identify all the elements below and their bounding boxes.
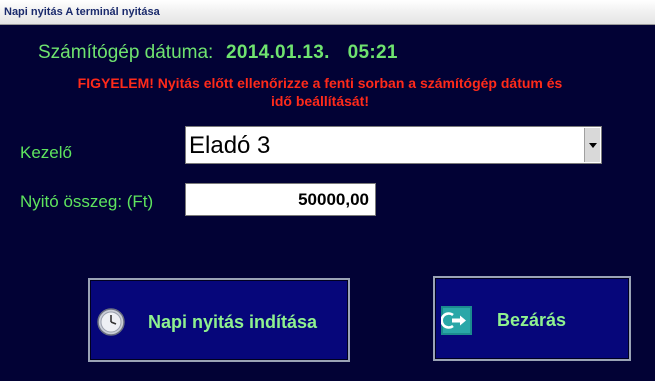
computer-date-value: 2014.01.13. 05:21 bbox=[226, 42, 398, 64]
close-button-label: Bezárás bbox=[497, 310, 567, 330]
date-text: 2014.01.13. bbox=[226, 42, 330, 63]
window-titlebar[interactable]: Napi nyitás A terminál nyitása bbox=[0, 0, 655, 25]
operator-select[interactable]: Eladó 3 bbox=[185, 126, 602, 164]
opening-amount-label: Nyitó összeg: (Ft) bbox=[20, 192, 154, 211]
date-check-warning: FIGYELEM! Nyitás előtt ellenőrizze a fen… bbox=[20, 74, 620, 110]
start-button-label: Napi nyitás indítása bbox=[148, 312, 318, 332]
warning-line-1: FIGYELEM! Nyitás előtt ellenőrizze a fen… bbox=[77, 75, 563, 91]
warning-line-2: idő beállítását! bbox=[270, 93, 370, 109]
window-title: Napi nyitás A terminál nyitása bbox=[4, 6, 160, 18]
operator-label: Kezelő bbox=[20, 143, 72, 162]
clock-icon bbox=[97, 308, 125, 336]
time-text: 05:21 bbox=[347, 42, 398, 63]
computer-date-label: Számítógép dátuma: bbox=[38, 42, 214, 63]
exit-arrow-icon bbox=[441, 306, 472, 335]
dropdown-button[interactable] bbox=[584, 128, 600, 162]
start-daily-opening-button[interactable]: Napi nyitás indítása bbox=[88, 278, 350, 362]
opening-amount-input[interactable]: 50000,00 bbox=[185, 183, 376, 216]
chevron-down-icon bbox=[589, 143, 597, 148]
operator-selected-value: Eladó 3 bbox=[189, 132, 271, 159]
close-button[interactable]: Bezárás bbox=[433, 276, 631, 361]
